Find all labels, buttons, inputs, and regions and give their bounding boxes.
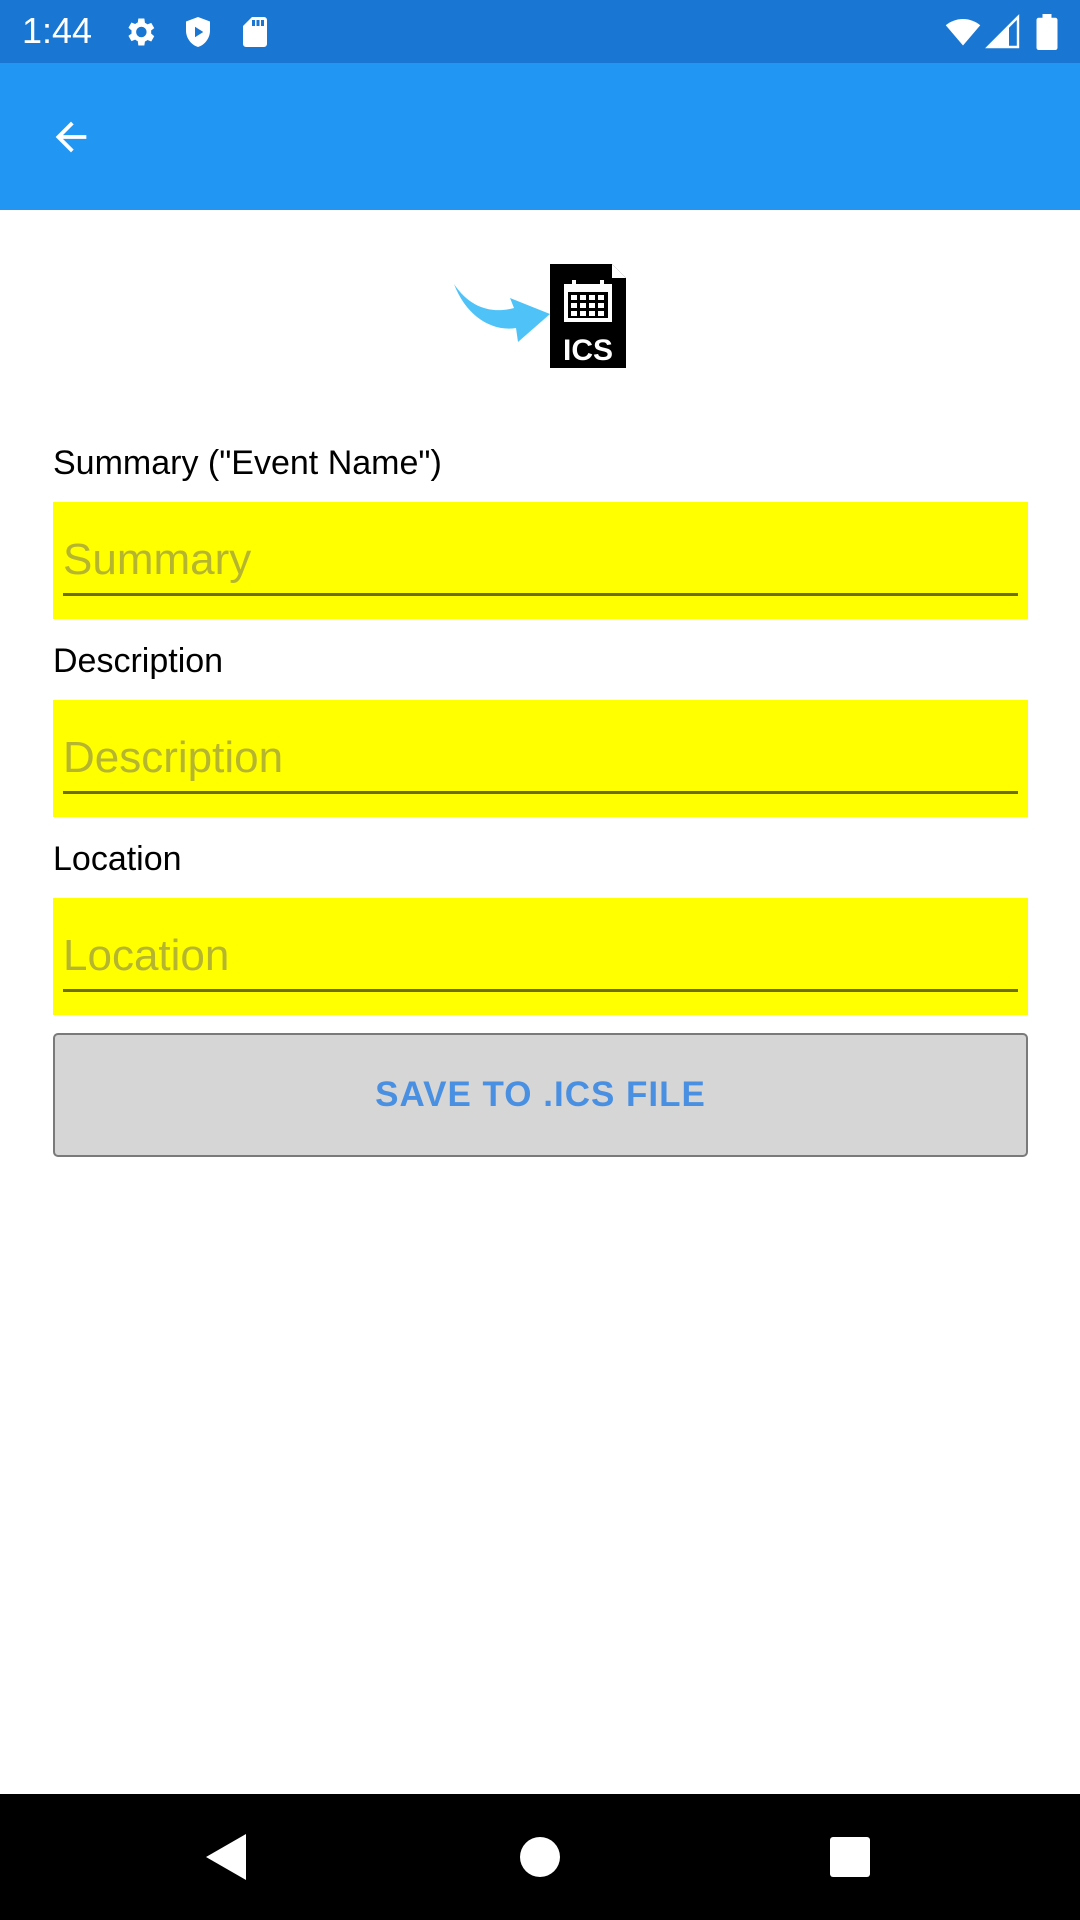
- recents-square-icon: [830, 1837, 870, 1877]
- home-circle-icon: [520, 1837, 560, 1877]
- nav-recents-button[interactable]: [820, 1827, 880, 1887]
- location-field-container: [53, 898, 1028, 1015]
- nav-back-button[interactable]: [195, 1827, 255, 1887]
- screen: 1:44 ICS Summary ("Event Name") Summary …: [0, 0, 1080, 1920]
- wifi-icon: [944, 14, 981, 50]
- hero-ics-text: ICS: [563, 334, 613, 367]
- app-bar: [0, 63, 1080, 210]
- back-triangle-icon: [206, 1834, 246, 1880]
- ics-file-import-icon: ICS: [452, 258, 632, 372]
- location-label: Location: [53, 840, 182, 878]
- description-input[interactable]: [63, 724, 1018, 794]
- back-button[interactable]: [30, 105, 112, 169]
- sd-card-icon: [237, 14, 273, 50]
- description-label: Description: [53, 642, 224, 680]
- description-field-container: [53, 700, 1028, 817]
- summary-input[interactable]: [63, 526, 1018, 596]
- arrow-back-icon: [55, 121, 87, 153]
- signal-icon: [985, 14, 1021, 50]
- navigation-bar: [0, 1794, 1080, 1920]
- nav-home-button[interactable]: [510, 1827, 570, 1887]
- summary-field-container: [53, 502, 1028, 619]
- status-time: 1:44: [22, 10, 93, 51]
- settings-icon: [122, 14, 158, 50]
- battery-icon: [1035, 14, 1071, 50]
- location-input[interactable]: [63, 922, 1018, 992]
- status-bar: 1:44: [0, 0, 1080, 63]
- save-to-ics-button[interactable]: SAVE TO .ICS FILE: [53, 1033, 1028, 1157]
- shield-play-icon: [180, 14, 216, 50]
- summary-label: Summary ("Event Name"): [53, 444, 442, 482]
